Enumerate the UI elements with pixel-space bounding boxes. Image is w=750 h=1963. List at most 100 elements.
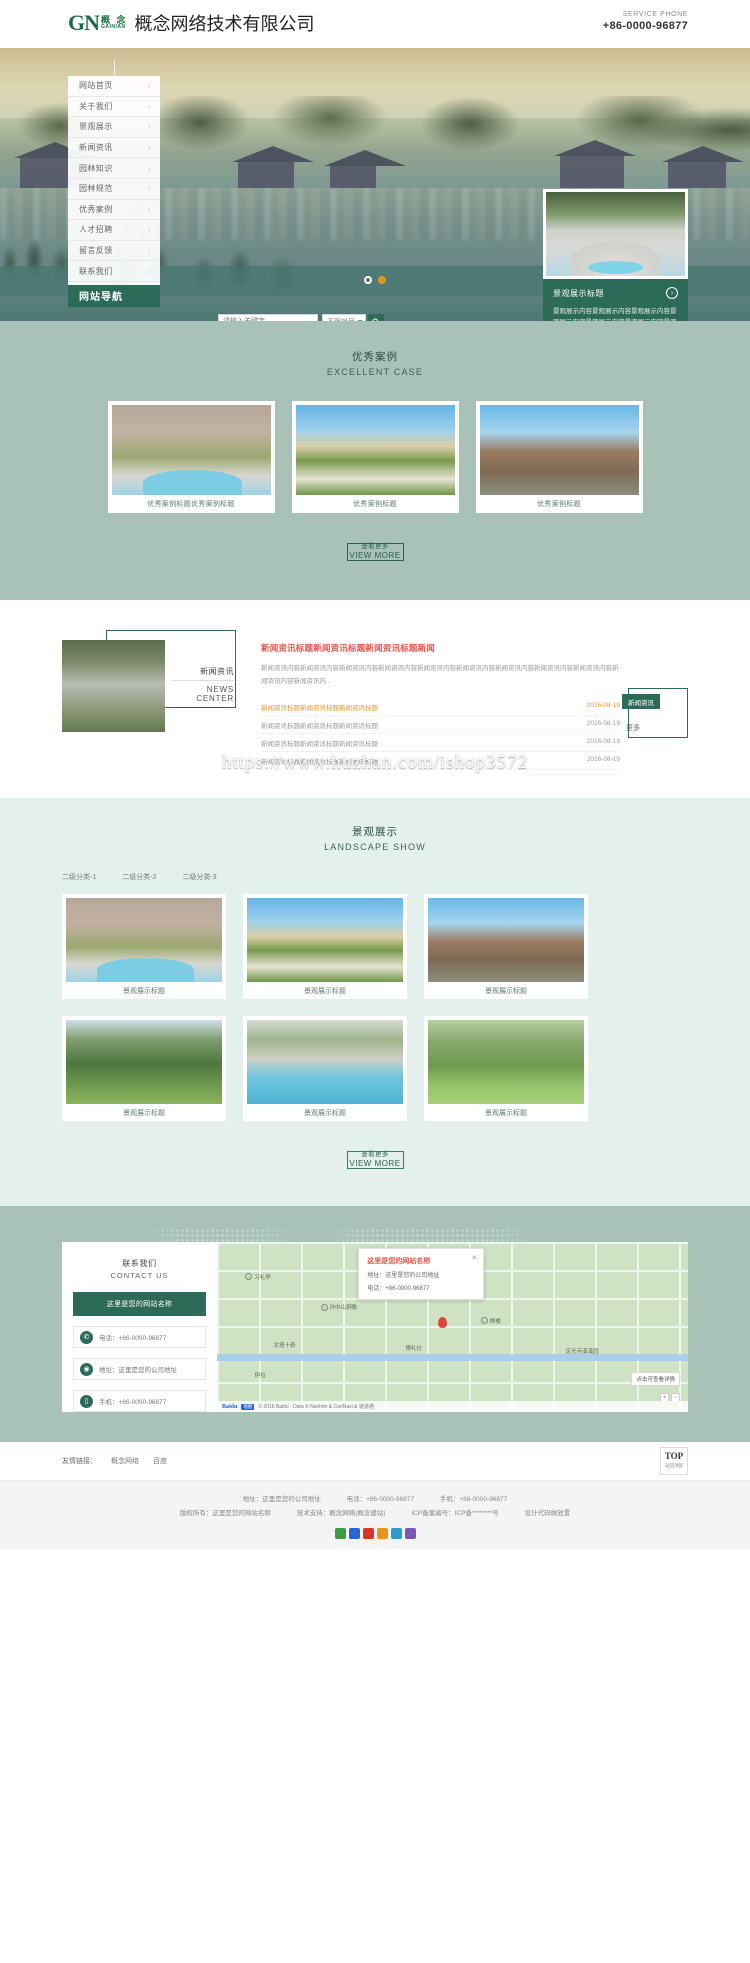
landscape-card[interactable]: 景观展示标题 <box>424 1016 588 1121</box>
case-grid: 优秀案例标题优秀案例标题 优秀案例标题 优秀案例标题 <box>0 401 750 513</box>
nav-item-news[interactable]: 新闻资讯 › <box>68 138 160 159</box>
map-poi-label[interactable]: ⌂ 孙中山铜像 <box>320 1303 357 1311</box>
map-attribution-text: © 2016 Baidu - Data © NavInfo & CenNavi … <box>258 1404 374 1410</box>
map-popup-address: 地址：这里是您的公司地址 <box>367 1273 440 1279</box>
news-list-item[interactable]: 新闻资讯标题新闻资讯标题新闻资讯标题 2016-08-19 <box>261 716 620 734</box>
landscape-card-caption: 景观展示标题 <box>304 987 346 995</box>
case-card[interactable]: 优秀案例标题优秀案例标题 <box>107 401 275 513</box>
map-poi-label[interactable]: 北塔十奇 <box>274 1341 296 1349</box>
nav-label: 园林知识 <box>79 163 113 173</box>
map-poi-label[interactable]: ⌂ 樟楼 <box>480 1317 501 1325</box>
map-poi-label[interactable]: 伊拉 <box>255 1371 266 1379</box>
view-more-border <box>346 543 404 561</box>
landscape-section: 景观展示 LANDSCAPE SHOW 二级分类-1 二级分类-2 二级分类-3… <box>0 798 750 1206</box>
landscape-card[interactable]: 景观展示标题 <box>62 894 226 999</box>
social-icon-taobao[interactable] <box>390 1528 402 1540</box>
logo[interactable]: GN 概 念 GAINIAN 概念网络技术有限公司 <box>68 10 315 36</box>
news-list-item[interactable]: 新闻资讯标题新闻资讯标题新闻资讯标题 2016-08-19 <box>261 698 620 716</box>
social-icon-qq[interactable] <box>348 1528 360 1540</box>
map-poi-label[interactable]: 博礼社 <box>405 1344 422 1352</box>
landscape-card[interactable]: 景观展示标题 <box>62 1016 226 1121</box>
news-more-link[interactable]: 更多 <box>626 723 688 733</box>
landscape-card-image <box>247 898 403 982</box>
social-icon-other[interactable] <box>404 1528 416 1540</box>
nav-item-feedback[interactable]: 留言反馈 › <box>68 241 160 262</box>
case-card[interactable]: 优秀案例标题 <box>475 401 643 513</box>
chevron-right-icon: › <box>147 246 151 256</box>
news-main: 新闻资讯标题新闻资讯标题新闻资讯标题新闻 新闻资讯内容新闻资讯内容新闻资讯内容新… <box>247 630 620 770</box>
landscape-view-more-button[interactable]: 查看更多 VIEW MORE <box>346 1145 404 1172</box>
landscape-tab-2[interactable]: 二级分类-2 <box>122 872 156 882</box>
landscape-card-image <box>428 1020 584 1104</box>
contact-phone-text: 电话：+86-0000-96877 <box>99 1335 167 1342</box>
baidu-map[interactable]: ⌂ 习礼亭 ⌂ 孙中山铜像 ⌂ 樟楼 北塔十奇 博礼社 定光寺溪溪园 伊拉 ✕ … <box>217 1242 688 1412</box>
search-button[interactable] <box>368 314 384 321</box>
landscape-card[interactable]: 景观展示标题 <box>424 894 588 999</box>
baidu-logo: Baidu <box>222 1403 238 1410</box>
landscape-tab-3[interactable]: 二级分类-3 <box>182 872 216 882</box>
friend-links-bar: 友情链接： 概念网络 百度 TOP 返回顶部 <box>0 1442 750 1480</box>
banner-card-description: 景观展示内容景观展示内容景观展示内容景观展示内容景观展示内容景观展示内容景观展示… <box>553 308 677 321</box>
footer-line-2: 版权所有：这里是您的网站名称 技术支持：概念网络(概念建站) ICP备案编号：I… <box>0 1507 750 1521</box>
chevron-right-icon: › <box>147 101 151 111</box>
logo-cn-stack: 概 念 GAINIAN <box>101 16 128 30</box>
map-poi-label[interactable]: 定光寺溪溪园 <box>566 1347 599 1355</box>
nav-item-cases[interactable]: 优秀案例 › <box>68 200 160 221</box>
contact-section: 联系我们 CONTACT US 这里是您的网站名称 ✆ 电话：+86-0000-… <box>0 1206 750 1442</box>
social-icon-wechat[interactable] <box>334 1528 346 1540</box>
nav-item-landscape[interactable]: 景观展示 › <box>68 117 160 138</box>
nav-item-contact[interactable]: 联系我们 › <box>68 261 160 282</box>
baidu-badge: 地图 <box>241 1403 255 1410</box>
news-feature-image[interactable] <box>62 640 165 732</box>
chevron-right-icon: › <box>147 81 151 91</box>
map-popup-phone: 电话：+86-0000-96877 <box>367 1286 430 1292</box>
social-icon-weibo[interactable] <box>362 1528 374 1540</box>
nav-item-about[interactable]: 关于我们 › <box>68 97 160 118</box>
search-input[interactable] <box>218 314 318 321</box>
nav-item-garden-knowledge[interactable]: 园林知识 › <box>68 158 160 179</box>
back-to-top-button[interactable]: TOP 返回顶部 <box>660 1447 688 1475</box>
news-headline[interactable]: 新闻资讯标题新闻资讯标题新闻资讯标题新闻 <box>261 642 620 654</box>
news-side-tag[interactable]: 新闻资讯 <box>622 694 660 709</box>
landscape-card-image <box>428 898 584 982</box>
landscape-card[interactable]: 景观展示标题 <box>243 894 407 999</box>
nav-label: 网站首页 <box>79 81 113 91</box>
footer-tech-support[interactable]: 技术支持：概念网络(概念建站) <box>297 1510 386 1517</box>
footer-icp: ICP备案编号：ICP备********号 <box>411 1509 499 1517</box>
case-card[interactable]: 优秀案例标题 <box>291 401 459 513</box>
nav-item-recruitment[interactable]: 人才招聘 › <box>68 220 160 241</box>
friend-link-1[interactable]: 概念网络 <box>111 1456 139 1466</box>
landscape-tab-1[interactable]: 二级分类-1 <box>62 872 96 882</box>
nav-item-garden-standards[interactable]: 园林规范 › <box>68 179 160 200</box>
banner-dots[interactable] <box>364 276 386 284</box>
search-category-select[interactable]: 不限栏目 <box>322 314 366 321</box>
map-street-view-button[interactable]: 点击可查看详情 <box>631 1372 680 1386</box>
nav-label: 新闻资讯 <box>79 143 113 153</box>
chevron-right-icon: › <box>147 225 151 235</box>
view-more-border <box>346 1151 404 1169</box>
map-poi-label[interactable]: ⌂ 习礼亭 <box>245 1273 271 1281</box>
nav-item-home[interactable]: 网站首页 › <box>68 76 160 97</box>
chevron-right-icon: › <box>147 184 151 194</box>
footer-mobile: 手机：+86-0000-96877 <box>439 1496 508 1503</box>
social-icon-alipay[interactable] <box>376 1528 388 1540</box>
banner-dot-2[interactable] <box>378 276 386 284</box>
news-side: 新闻资讯 更多 <box>620 630 688 770</box>
friend-link-2[interactable]: 百度 <box>153 1456 167 1466</box>
case-view-more-button[interactable]: 查看更多 VIEW MORE <box>346 537 404 564</box>
nav-site-map-button[interactable]: 网站导航 <box>68 284 160 307</box>
landscape-tabs: 二级分类-1 二级分类-2 二级分类-3 <box>62 872 688 882</box>
map-location-pin[interactable] <box>438 1316 448 1328</box>
nav-label: 景观展示 <box>79 122 113 132</box>
banner-card-body: 景观展示标题 › 景观展示内容景观展示内容景观展示内容景观展示内容景观展示内容景… <box>543 279 688 321</box>
banner-feature-card[interactable]: 景观展示标题 › 景观展示内容景观展示内容景观展示内容景观展示内容景观展示内容景… <box>543 189 688 321</box>
news-list-item[interactable]: 新闻资讯标题新闻资讯标题新闻资讯标题 2016-08-19 <box>261 734 620 752</box>
contact-heading: 联系我们 CONTACT US <box>62 1258 217 1280</box>
footer-copyright: 版权所有：这里是您的网站名称 <box>179 1509 271 1517</box>
arrow-right-circle-icon[interactable]: › <box>666 287 678 299</box>
map-river <box>217 1354 688 1362</box>
close-icon[interactable]: ✕ <box>471 1254 477 1262</box>
banner-dot-1[interactable] <box>364 276 372 284</box>
landscape-card-caption: 景观展示标题 <box>123 1109 165 1117</box>
landscape-card[interactable]: 景观展示标题 <box>243 1016 407 1121</box>
